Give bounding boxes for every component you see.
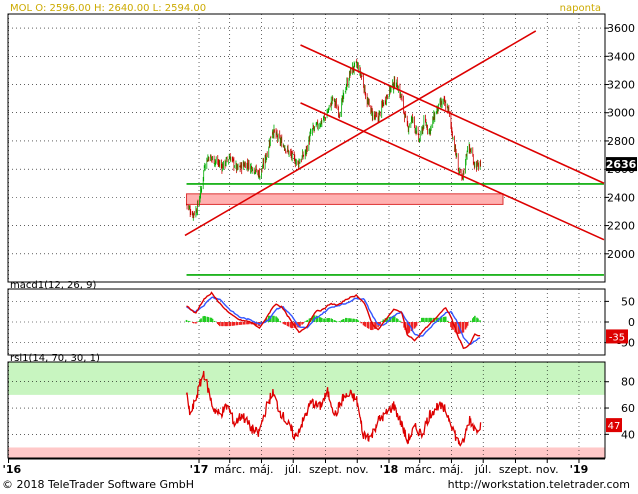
price-tick-label: 3200 xyxy=(607,79,635,92)
x-tick-label: júl. xyxy=(474,463,492,476)
x-tick-label: '17 xyxy=(190,463,209,476)
x-tick-label: márc. xyxy=(404,463,435,476)
x-tick-label: nov. xyxy=(346,463,369,476)
price-tick-label: 3400 xyxy=(607,50,635,63)
x-tick-label: nov. xyxy=(536,463,559,476)
rsi-tick-label: 60 xyxy=(621,402,635,415)
chart-canvas: 200022002400260028003000320034003600MOL … xyxy=(3,3,637,476)
rsi-legend: rsi1(14, 70, 30, 1) xyxy=(10,353,100,364)
price-tick-label: 2400 xyxy=(607,191,635,204)
x-tick-label: '18 xyxy=(380,463,399,476)
x-tick-label: júl. xyxy=(284,463,302,476)
rsi-last-value: 47 xyxy=(608,421,621,432)
footer: © 2018 TeleTrader Software GmbH http://w… xyxy=(0,476,638,494)
rsi-tick-label: 80 xyxy=(621,376,635,389)
stock-chart: 200022002400260028003000320034003600MOL … xyxy=(0,0,638,494)
trend-line xyxy=(300,102,605,241)
price-tick-label: 3600 xyxy=(607,22,635,35)
macd-legend: macd1(12, 26, 9) xyxy=(10,280,97,291)
resistance-zone xyxy=(186,193,504,205)
copyright-text: © 2018 TeleTrader Software GmbH xyxy=(2,478,195,491)
macd-tick-label: 50 xyxy=(621,295,635,308)
interval-label: naponta xyxy=(560,3,601,14)
macd-tick-label: 0 xyxy=(628,316,635,329)
price-tick-label: 2000 xyxy=(607,248,635,261)
macd-last-value: -35 xyxy=(609,332,625,343)
rsi-oversold-zone xyxy=(8,447,605,458)
quote-header: MOL O: 2596.00 H: 2640.00 L: 2594.00 xyxy=(10,3,206,14)
source-url: http://workstation.teletrader.com xyxy=(447,478,630,491)
price-tick-label: 2800 xyxy=(607,135,635,148)
x-tick-label: szept. xyxy=(309,463,342,476)
trend-line xyxy=(300,44,605,184)
x-tick-label: márc. xyxy=(214,463,245,476)
x-tick-label: máj. xyxy=(249,463,273,476)
price-tick-label: 2200 xyxy=(607,220,635,233)
x-tick-label: '19 xyxy=(570,463,589,476)
x-tick-label: máj. xyxy=(439,463,463,476)
rsi-tick-label: 40 xyxy=(621,428,635,441)
x-tick-label: '16 xyxy=(3,463,22,476)
x-tick-label: szept. xyxy=(499,463,532,476)
price-tick-label: 3000 xyxy=(607,107,635,120)
last-price-value: 2636 xyxy=(606,158,637,171)
